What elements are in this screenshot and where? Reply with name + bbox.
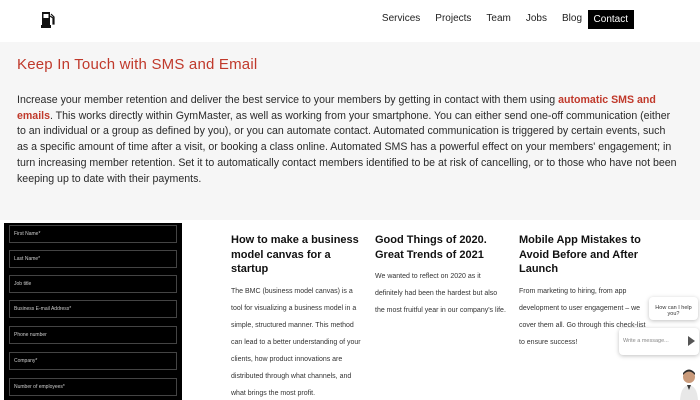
article-title[interactable]: Mobile App Mistakes to Avoid Before and … bbox=[519, 233, 651, 277]
first-name-field[interactable]: First Name* bbox=[9, 225, 177, 243]
chat-input-box[interactable]: Write a message... bbox=[619, 328, 699, 355]
nav-contact-button[interactable]: Contact bbox=[587, 10, 634, 29]
job-title-field[interactable]: Job title bbox=[9, 275, 177, 293]
nav-blog[interactable]: Blog bbox=[562, 10, 582, 28]
contact-form: First Name* Last Name* Job title Busines… bbox=[4, 223, 182, 400]
article-excerpt: We wanted to reflect on 2020 as it defin… bbox=[375, 273, 506, 314]
chat-agent-avatar[interactable] bbox=[679, 368, 698, 400]
business-email-field[interactable]: Business E-mail Address* bbox=[9, 300, 177, 318]
section-body: Increase your member retention and deliv… bbox=[17, 93, 677, 187]
article-excerpt: The BMC (business model canvas) is a too… bbox=[231, 287, 361, 397]
nav-jobs[interactable]: Jobs bbox=[526, 10, 547, 28]
last-name-field[interactable]: Last Name* bbox=[9, 250, 177, 268]
nav-services[interactable]: Services bbox=[382, 10, 420, 28]
main-nav: Services Projects Team Jobs Blog bbox=[367, 10, 582, 28]
chat-prompt-bubble[interactable]: How can I help you? bbox=[649, 297, 698, 320]
article-card[interactable]: How to make a business model canvas for … bbox=[231, 233, 363, 400]
chat-input-placeholder[interactable]: Write a message... bbox=[623, 338, 669, 344]
nav-projects[interactable]: Projects bbox=[435, 10, 471, 28]
employees-field[interactable]: Number of employees* bbox=[9, 378, 177, 396]
section-title: Keep In Touch with SMS and Email bbox=[17, 56, 258, 73]
phone-number-field[interactable]: Phone number bbox=[9, 326, 177, 344]
body-text-start: Increase your member retention and deliv… bbox=[17, 94, 559, 106]
article-title[interactable]: How to make a business model canvas for … bbox=[231, 233, 363, 277]
company-field[interactable]: Company* bbox=[9, 352, 177, 370]
article-title[interactable]: Good Things of 2020. Great Trends of 202… bbox=[375, 233, 507, 262]
fuel-pump-logo-icon[interactable] bbox=[41, 10, 55, 28]
body-text-end: . This works directly within GymMaster, … bbox=[17, 109, 677, 185]
site-header: Services Projects Team Jobs Blog Contact bbox=[0, 0, 700, 42]
nav-team[interactable]: Team bbox=[486, 10, 510, 28]
article-card[interactable]: Good Things of 2020. Great Trends of 202… bbox=[375, 233, 507, 319]
send-arrow-icon[interactable] bbox=[688, 336, 695, 346]
